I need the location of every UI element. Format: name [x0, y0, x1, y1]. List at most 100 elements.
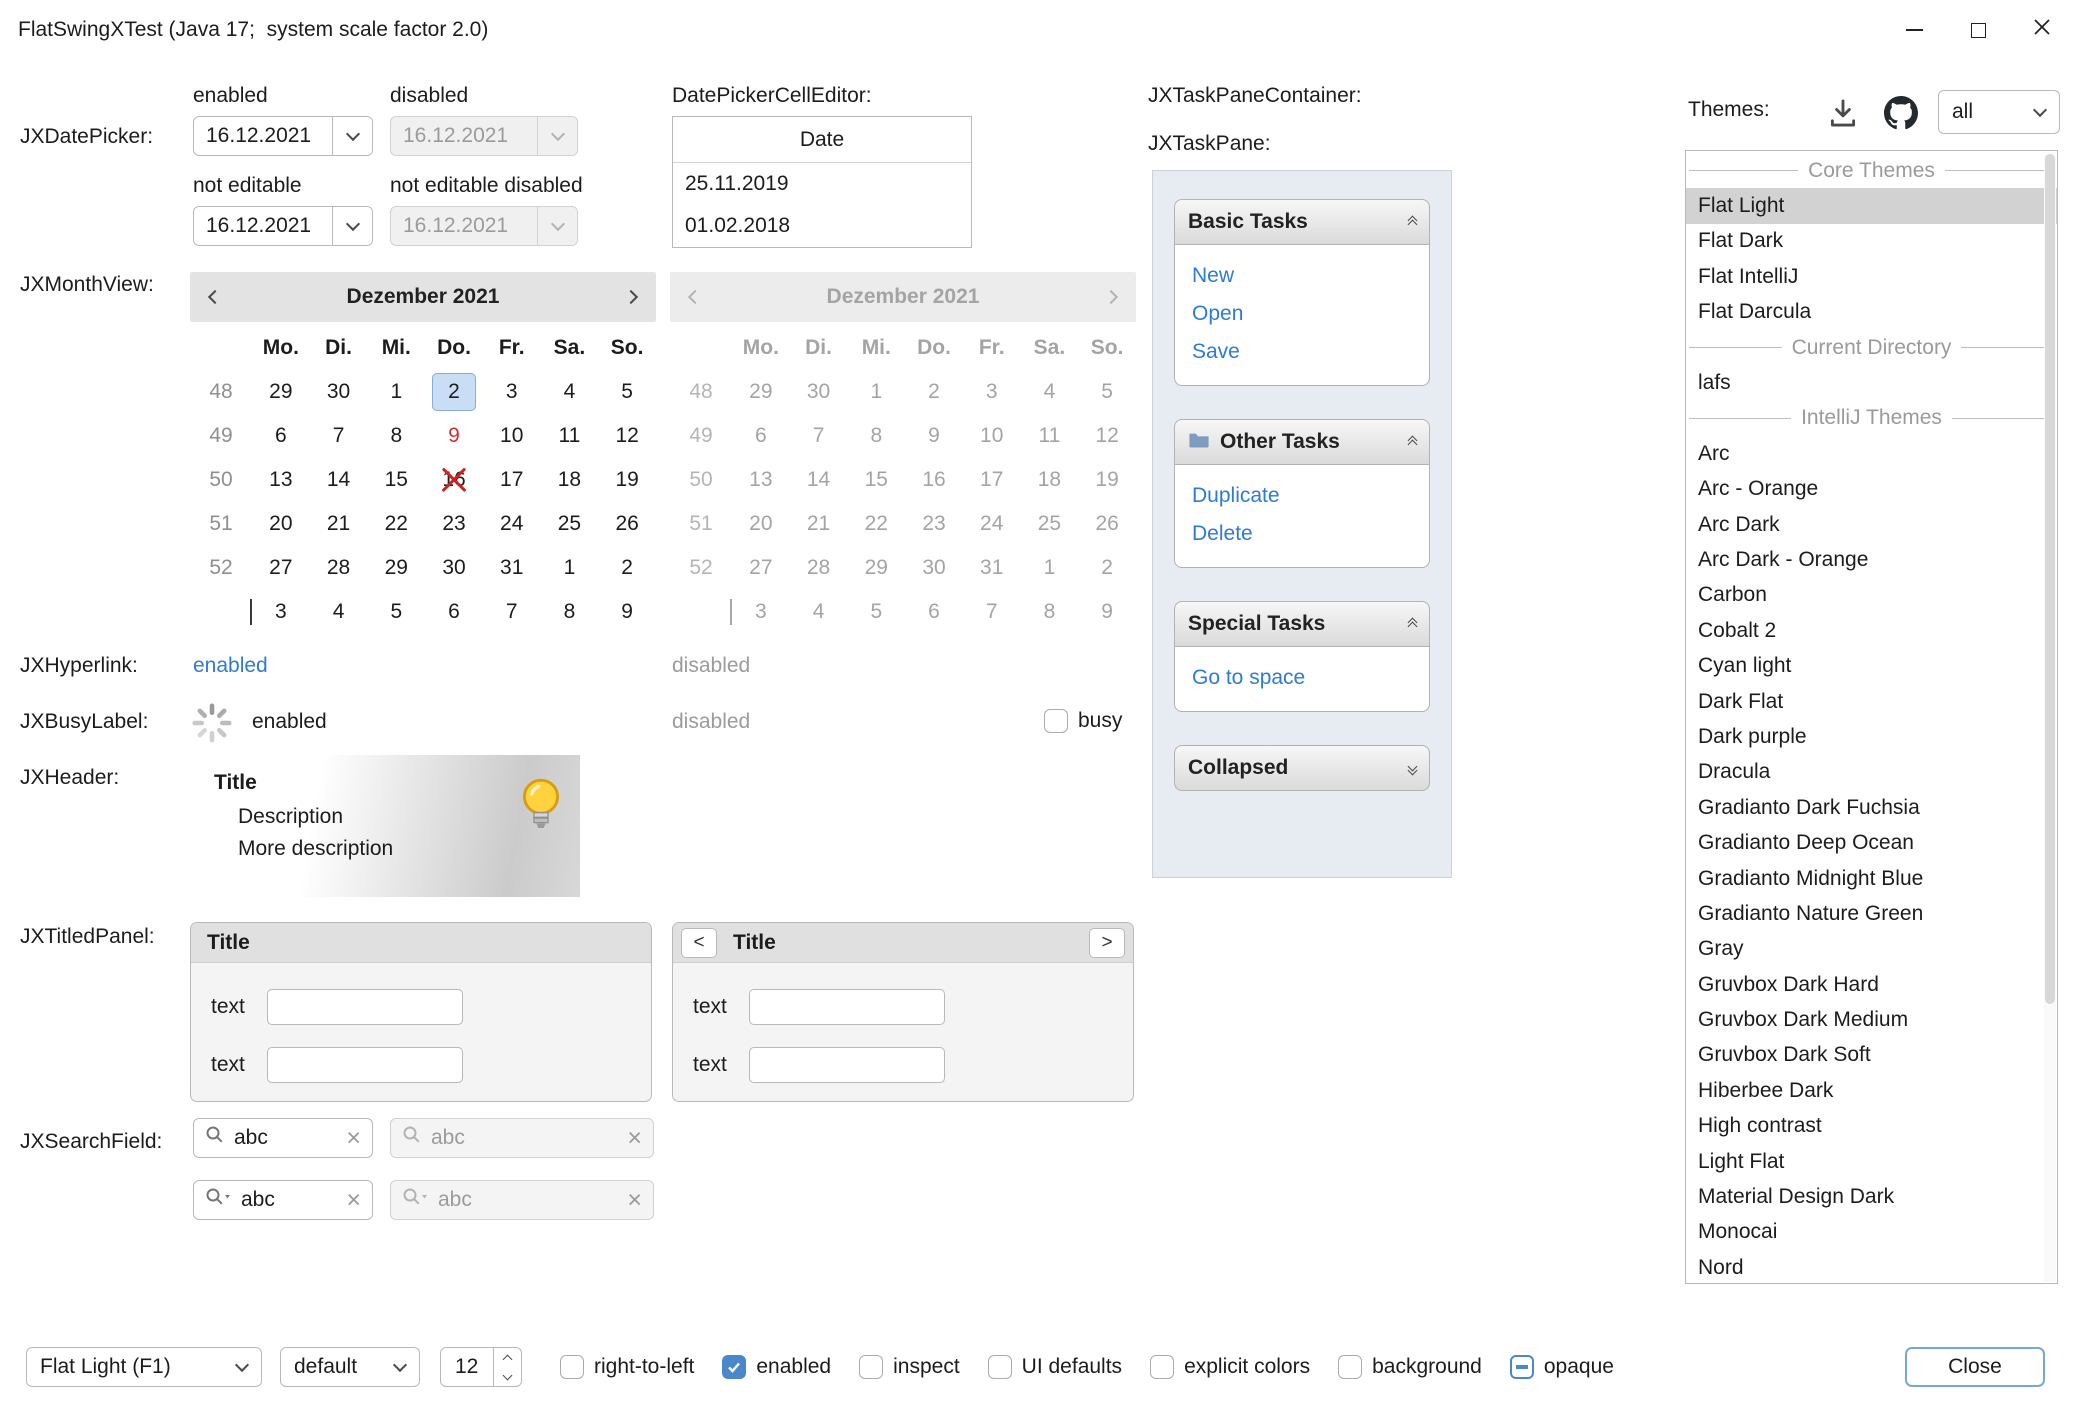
- theme-list-item-carbon[interactable]: Carbon: [1686, 578, 2057, 613]
- day-cell[interactable]: 23: [425, 502, 483, 546]
- font-size-value[interactable]: 12: [441, 1348, 493, 1386]
- day-cell[interactable]: 29: [252, 370, 310, 414]
- theme-list-item-high-contrast[interactable]: High contrast: [1686, 1109, 2057, 1144]
- style-combo[interactable]: default: [280, 1347, 420, 1387]
- text-input[interactable]: [749, 1047, 945, 1083]
- theme-list-item-hiberbee-dark[interactable]: Hiberbee Dark: [1686, 1073, 2057, 1108]
- day-cell[interactable]: 6: [425, 590, 483, 634]
- day-cell[interactable]: 20: [252, 502, 310, 546]
- theme-list-item-lafs[interactable]: lafs: [1686, 365, 2057, 400]
- theme-list-item-gradianto-midnight-blue[interactable]: Gradianto Midnight Blue: [1686, 861, 2057, 896]
- day-cell[interactable]: 9: [425, 414, 483, 458]
- github-icon[interactable]: [1884, 96, 1918, 136]
- theme-list-item-arc-dark[interactable]: Arc Dark: [1686, 507, 2057, 542]
- datepicker-not-editable[interactable]: 16.12.2021: [193, 206, 373, 246]
- task-link-go-to-space[interactable]: Go to space: [1175, 659, 1429, 697]
- day-cell[interactable]: 1: [541, 546, 599, 590]
- close-window-button[interactable]: [2010, 0, 2074, 60]
- maximize-button[interactable]: [1946, 0, 2010, 60]
- download-icon[interactable]: [1826, 96, 1860, 136]
- day-cell[interactable]: 17: [483, 458, 541, 502]
- day-cell[interactable]: 28: [310, 546, 368, 590]
- busy-checkbox[interactable]: busy: [1044, 709, 1122, 733]
- day-cell[interactable]: 24: [483, 502, 541, 546]
- day-cell[interactable]: 7: [310, 414, 368, 458]
- taskpane-title-bar[interactable]: Other Tasks: [1174, 419, 1430, 465]
- theme-list-scrollbar[interactable]: [2044, 152, 2056, 1282]
- theme-list-item-flat-dark[interactable]: Flat Dark: [1686, 224, 2057, 259]
- checkbox-right-to-left[interactable]: right-to-left: [560, 1355, 694, 1379]
- checkbox-inspect[interactable]: inspect: [859, 1355, 960, 1379]
- scrollbar-thumb[interactable]: [2045, 154, 2055, 1004]
- titled-panel-next-button[interactable]: >: [1089, 928, 1125, 958]
- theme-list-item-gruvbox-dark-medium[interactable]: Gruvbox Dark Medium: [1686, 1002, 2057, 1037]
- day-cell[interactable]: 5: [367, 590, 425, 634]
- datepicker-enabled[interactable]: 16.12.2021: [193, 116, 373, 156]
- day-cell[interactable]: 4: [310, 590, 368, 634]
- day-cell[interactable]: 12: [598, 414, 656, 458]
- day-cell[interactable]: 1: [367, 370, 425, 414]
- minimize-button[interactable]: [1882, 0, 1946, 60]
- theme-list-item-monocai[interactable]: Monocai: [1686, 1215, 2057, 1250]
- day-cell[interactable]: 3: [252, 590, 310, 634]
- day-cell[interactable]: 6: [252, 414, 310, 458]
- day-cell[interactable]: 29: [367, 546, 425, 590]
- datepicker-value[interactable]: 16.12.2021: [194, 117, 332, 155]
- day-cell[interactable]: 30: [310, 370, 368, 414]
- titled-panel-prev-button[interactable]: <: [681, 928, 717, 958]
- hyperlink-enabled[interactable]: enabled: [193, 654, 268, 678]
- theme-list-item-arc[interactable]: Arc: [1686, 436, 2057, 471]
- day-cell[interactable]: 3: [483, 370, 541, 414]
- prev-month-button[interactable]: [196, 278, 234, 316]
- theme-list-item-nord[interactable]: Nord: [1686, 1250, 2057, 1284]
- theme-list-item-flat-light[interactable]: Flat Light: [1686, 188, 2057, 223]
- theme-list-item-flat-darcula[interactable]: Flat Darcula: [1686, 295, 2057, 330]
- checkbox-enabled[interactable]: enabled: [722, 1355, 831, 1379]
- theme-list-item-gradianto-dark-fuchsia[interactable]: Gradianto Dark Fuchsia: [1686, 790, 2057, 825]
- search-value[interactable]: abc: [241, 1188, 337, 1212]
- checkbox-explicit-colors[interactable]: explicit colors: [1150, 1355, 1310, 1379]
- taskpane-title-bar[interactable]: Basic Tasks: [1174, 199, 1430, 245]
- theme-list-item-dark-purple[interactable]: Dark purple: [1686, 719, 2057, 754]
- task-link-delete[interactable]: Delete: [1175, 515, 1429, 553]
- font-size-spinner[interactable]: 12: [440, 1347, 522, 1387]
- table-row[interactable]: 01.02.2018: [673, 205, 971, 247]
- datepicker-dropdown-button[interactable]: [332, 207, 372, 245]
- day-cell[interactable]: 11: [541, 414, 599, 458]
- task-link-duplicate[interactable]: Duplicate: [1175, 477, 1429, 515]
- text-input[interactable]: [267, 989, 463, 1025]
- day-cell[interactable]: 21: [310, 502, 368, 546]
- close-button[interactable]: Close: [1905, 1347, 2045, 1387]
- theme-list-item-cobalt-2[interactable]: Cobalt 2: [1686, 613, 2057, 648]
- text-input[interactable]: [267, 1047, 463, 1083]
- clear-icon[interactable]: ×: [346, 1126, 361, 1151]
- themes-filter-combo[interactable]: all: [1938, 90, 2060, 134]
- task-link-save[interactable]: Save: [1175, 333, 1429, 371]
- task-link-open[interactable]: Open: [1175, 295, 1429, 333]
- theme-list-item-gray[interactable]: Gray: [1686, 932, 2057, 967]
- day-cell[interactable]: 2: [598, 546, 656, 590]
- taskpane-title-bar[interactable]: Collapsed: [1174, 745, 1430, 791]
- checkbox-background[interactable]: background: [1338, 1355, 1482, 1379]
- theme-list-item-gruvbox-dark-hard[interactable]: Gruvbox Dark Hard: [1686, 967, 2057, 1002]
- search-value[interactable]: abc: [234, 1126, 337, 1150]
- day-cell[interactable]: 15: [367, 458, 425, 502]
- day-cell[interactable]: 31: [483, 546, 541, 590]
- theme-list-item-dark-flat[interactable]: Dark Flat: [1686, 684, 2057, 719]
- clear-icon[interactable]: ×: [346, 1188, 361, 1213]
- theme-list-item-gradianto-nature-green[interactable]: Gradianto Nature Green: [1686, 896, 2057, 931]
- day-cell[interactable]: 22: [367, 502, 425, 546]
- table-column-header[interactable]: Date: [673, 117, 971, 163]
- day-cell[interactable]: 4: [541, 370, 599, 414]
- day-cell[interactable]: 16: [425, 458, 483, 502]
- spinner-up-button[interactable]: [494, 1348, 521, 1367]
- day-cell[interactable]: 7: [483, 590, 541, 634]
- day-cell[interactable]: 2: [432, 373, 476, 411]
- search-field[interactable]: abc ×: [193, 1118, 373, 1158]
- day-cell[interactable]: 13: [252, 458, 310, 502]
- search-field-with-menu[interactable]: abc ×: [193, 1180, 373, 1220]
- laf-combo[interactable]: Flat Light (F1): [26, 1347, 262, 1387]
- text-input[interactable]: [749, 989, 945, 1025]
- table-row[interactable]: 25.11.2019: [673, 163, 971, 205]
- theme-list-item-gradianto-deep-ocean[interactable]: Gradianto Deep Ocean: [1686, 825, 2057, 860]
